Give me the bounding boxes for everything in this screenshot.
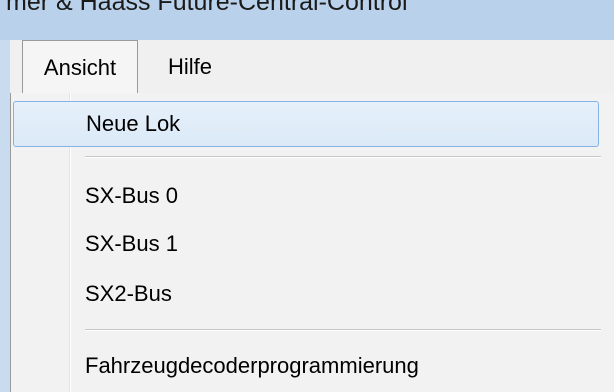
menu-hilfe[interactable]: Hilfe — [154, 40, 226, 94]
menu-item-sx-bus-1[interactable]: SX-Bus 1 — [13, 221, 599, 267]
menu-separator — [85, 156, 601, 158]
menubar: Ansicht Hilfe — [10, 40, 614, 94]
ansicht-dropdown-menu: Neue Lok SX-Bus 0 SX-Bus 1 SX2-Bus Fahrz… — [10, 93, 614, 392]
menu-item-label: SX-Bus 1 — [85, 231, 178, 256]
menu-item-label: Neue Lok — [86, 111, 181, 136]
menu-ansicht[interactable]: Ansicht — [22, 40, 138, 94]
menu-ansicht-label: Ansicht — [43, 54, 117, 80]
menu-separator — [85, 329, 601, 331]
window-frame-left — [0, 40, 10, 392]
window-titlebar: mer & Haass Future-Central-Control — [0, 0, 614, 40]
menu-item-fahrzeugdecoderprogrammierung[interactable]: Fahrzeugdecoderprogrammierung — [13, 343, 599, 389]
menu-item-label: SX2-Bus — [85, 281, 172, 306]
menu-hilfe-label: Hilfe — [167, 54, 212, 79]
menu-item-label: Fahrzeugdecoderprogrammierung — [85, 353, 419, 378]
window-title: mer & Haass Future-Central-Control — [6, 0, 408, 16]
menu-item-neue-lok[interactable]: Neue Lok — [13, 101, 599, 147]
menu-item-sx-bus-0[interactable]: SX-Bus 0 — [13, 173, 599, 219]
menu-item-sx2-bus[interactable]: SX2-Bus — [13, 271, 599, 317]
menu-item-label: SX-Bus 0 — [85, 183, 178, 208]
